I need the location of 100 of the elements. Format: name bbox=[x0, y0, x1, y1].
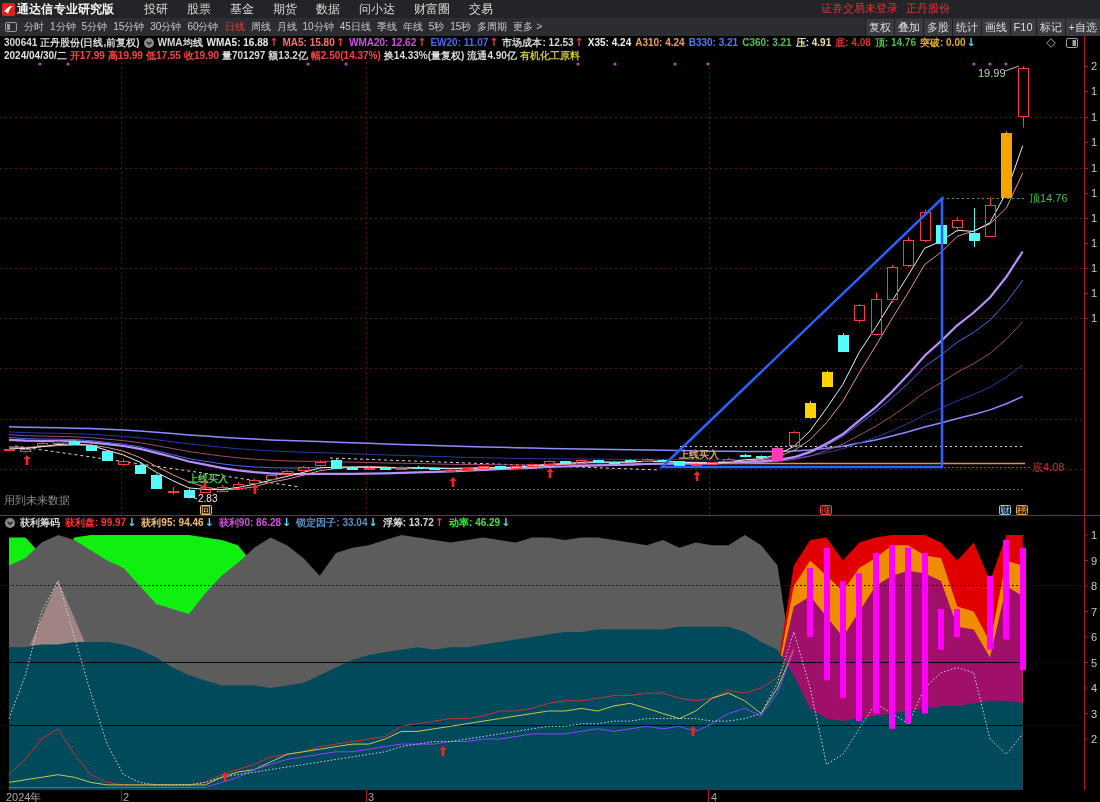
collapse-chevron-icon[interactable] bbox=[143, 38, 154, 48]
trend-arrow: ↓ bbox=[966, 37, 976, 49]
candlestick bbox=[380, 466, 391, 471]
period-tab[interactable]: 15分钟 bbox=[113, 19, 145, 35]
drawn-triangle[interactable] bbox=[658, 195, 944, 469]
trend-arrow: ↑ bbox=[434, 517, 445, 529]
period-tab[interactable]: 分时 bbox=[24, 19, 44, 35]
axis-label: 2 bbox=[1091, 733, 1098, 745]
trend-arrow: ↑ bbox=[417, 37, 427, 49]
axis-label: 1 bbox=[1091, 529, 1098, 541]
axis-label: 1 bbox=[1091, 237, 1098, 249]
period-tab[interactable]: 5秒 bbox=[428, 19, 445, 35]
menu-item[interactable]: 数据 bbox=[315, 1, 340, 17]
indicator-value: MA5: 15.80 bbox=[282, 37, 335, 49]
axis-label: 1 bbox=[1091, 212, 1098, 224]
candlestick bbox=[151, 473, 162, 490]
trend-arrow: ↓ bbox=[501, 517, 511, 529]
trend-arrow: ↓ bbox=[282, 517, 292, 529]
axis-label: 1 bbox=[1091, 312, 1098, 324]
candlestick bbox=[445, 468, 456, 472]
candlestick bbox=[413, 465, 424, 470]
buy-arrow-icon bbox=[23, 455, 31, 465]
histogram-bar bbox=[938, 608, 944, 650]
candlestick bbox=[20, 446, 31, 454]
buy-signal-label: 上线买入 bbox=[679, 449, 719, 460]
quote-field: 有机化工原料 bbox=[519, 49, 580, 62]
indicator-value: WMA5: 16.88 bbox=[206, 37, 269, 49]
period-tab[interactable]: 60分钟 bbox=[187, 19, 219, 35]
trend-arrow: ↓ bbox=[127, 517, 137, 529]
collapse-chevron-icon[interactable] bbox=[5, 518, 15, 528]
period-tab[interactable]: 5分钟 bbox=[81, 19, 108, 35]
indicator-value: 突破: 0.00 bbox=[919, 37, 966, 49]
histogram-bar bbox=[807, 568, 813, 637]
axis-label: 1 bbox=[1091, 287, 1098, 299]
indicator-value: 获利95: 94.46 bbox=[141, 517, 204, 529]
menu-item[interactable]: 财富圈 bbox=[413, 1, 450, 17]
candlestick bbox=[37, 441, 48, 447]
menu-item[interactable]: 股票 bbox=[186, 1, 211, 17]
toolbar-button[interactable]: +自选 bbox=[1064, 18, 1100, 36]
panel-toggle-icon[interactable] bbox=[5, 22, 17, 32]
candlestick bbox=[478, 465, 489, 469]
indicator-value: 底: 4.08 bbox=[835, 37, 871, 49]
period-tab[interactable]: 多周期 bbox=[477, 19, 508, 35]
quote-field: 额13.2亿 bbox=[268, 49, 308, 62]
axis-label: 3 bbox=[1091, 707, 1098, 720]
candlestick bbox=[53, 439, 64, 445]
axis-label: 4 bbox=[1091, 682, 1098, 694]
candlestick bbox=[102, 449, 113, 462]
indicator-value: EW20: 11.07 bbox=[430, 37, 489, 49]
candlestick bbox=[266, 473, 277, 481]
buy-arrow-icon bbox=[689, 726, 697, 736]
period-tab[interactable]: 45日线 bbox=[339, 19, 371, 35]
menu-item[interactable]: 问小达 bbox=[358, 1, 395, 17]
period-tab[interactable]: 30分钟 bbox=[150, 19, 182, 35]
buy-arrow-icon bbox=[693, 471, 701, 481]
menu-item[interactable]: 投研 bbox=[143, 1, 168, 17]
period-tab[interactable]: 10分钟 bbox=[302, 19, 334, 35]
quote-field: 低17.55 bbox=[145, 49, 181, 62]
candlestick bbox=[527, 462, 538, 467]
toolbar-button[interactable]: 画线 bbox=[980, 18, 1010, 36]
axis-label: 2024年 bbox=[6, 790, 42, 802]
axis-label: 1 bbox=[1091, 85, 1098, 97]
candlestick bbox=[282, 469, 293, 476]
diamond-icon[interactable] bbox=[1046, 38, 1056, 48]
axis-label: 4 bbox=[711, 790, 718, 802]
period-tab[interactable]: 季线 bbox=[376, 19, 397, 35]
toolbar-button[interactable]: 叠加 bbox=[893, 18, 923, 36]
candlestick bbox=[331, 458, 342, 470]
toolbar-button[interactable]: 统计 bbox=[951, 18, 981, 36]
indicator-value: 锁定因子: 33.04 bbox=[296, 517, 368, 529]
period-tab[interactable]: 周线 bbox=[250, 19, 271, 35]
menu-item[interactable]: 基金 bbox=[229, 1, 254, 17]
candlestick bbox=[887, 264, 898, 304]
period-tab[interactable]: 1分钟 bbox=[50, 19, 76, 35]
candlestick bbox=[249, 478, 260, 485]
candlestick bbox=[396, 465, 407, 470]
axis-label: 8 bbox=[1091, 580, 1098, 592]
toolbar-button[interactable]: 复权 bbox=[864, 18, 894, 36]
menu-item[interactable]: 交易 bbox=[468, 1, 493, 17]
axis-label: 1 bbox=[1091, 136, 1098, 148]
candlestick bbox=[903, 236, 914, 268]
axis-label: 5 bbox=[1091, 656, 1098, 669]
period-tab[interactable]: 15秒 bbox=[450, 19, 472, 35]
buy-signal-label: 上线买入 bbox=[188, 473, 228, 484]
period-tab[interactable]: 月线 bbox=[276, 19, 297, 35]
indicator-name: 获利筹码 bbox=[20, 517, 60, 529]
toolbar-button[interactable]: 标记 bbox=[1035, 18, 1065, 36]
indicator-value: 获利90: 86.28 bbox=[218, 517, 282, 529]
axis-label: 1 bbox=[1091, 162, 1098, 174]
period-tab[interactable]: 日线 bbox=[224, 19, 245, 35]
marker-dot-icon bbox=[988, 62, 992, 66]
menu-item[interactable]: 期货 bbox=[272, 1, 297, 17]
period-tab[interactable]: 年线 bbox=[402, 19, 423, 35]
candlestick bbox=[625, 458, 636, 463]
period-tab[interactable]: 更多 > bbox=[513, 19, 543, 35]
indicator-value: A310: 4.24 bbox=[635, 37, 685, 49]
trend-arrow: ↓ bbox=[204, 517, 214, 529]
panel-toggle-icon[interactable] bbox=[1066, 38, 1078, 48]
toolbar-button[interactable]: 多股 bbox=[922, 18, 952, 36]
toolbar-button[interactable]: F10 bbox=[1009, 18, 1036, 36]
